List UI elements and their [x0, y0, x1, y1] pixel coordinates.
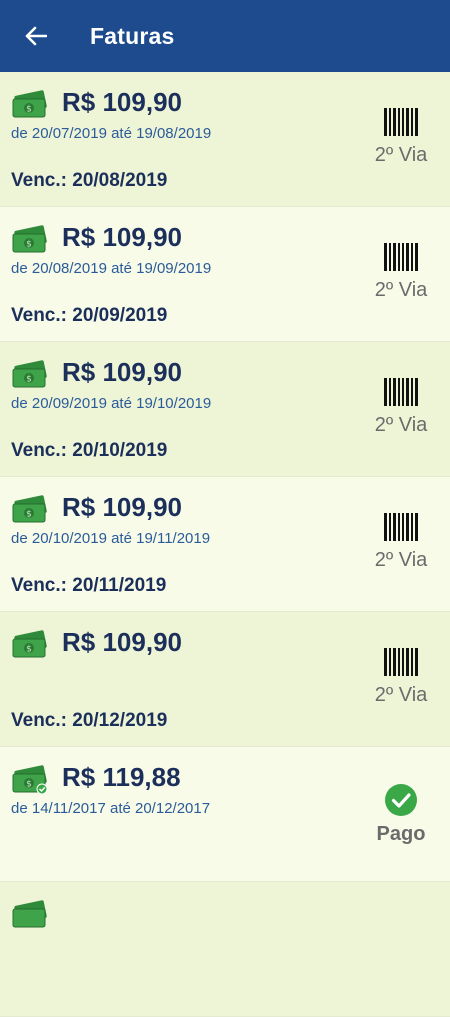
invoice-amount: R$ 109,90 — [62, 222, 182, 252]
invoice-item[interactable]: $ R$ 109,90 de 20/07/2019 até 19/08/2019… — [0, 72, 450, 207]
invoice-amount: R$ 109,90 — [62, 357, 182, 387]
money-icon: $ — [12, 225, 47, 253]
second-copy-button[interactable]: 2º Via — [360, 108, 442, 167]
invoice-period: de 20/09/2019 até 19/10/2019 — [11, 395, 212, 412]
invoice-period: de 14/11/2017 até 20/12/2017 — [11, 800, 211, 817]
money-icon: $ — [12, 630, 47, 658]
barcode-icon — [384, 513, 418, 541]
invoice-due-date: Venc.: 20/09/2019 — [11, 305, 168, 326]
money-icon: $ — [12, 360, 47, 388]
second-copy-label: 2º Via — [374, 684, 428, 706]
check-circle-icon — [385, 784, 417, 816]
invoice-due-date: Venc.: 20/10/2019 — [11, 440, 168, 461]
money-icon: $ — [12, 765, 48, 794]
second-copy-button[interactable]: 2º Via — [360, 648, 442, 707]
invoice-period: de 20/10/2019 até 19/11/2019 — [11, 530, 211, 547]
second-copy-button[interactable]: 2º Via — [360, 378, 442, 437]
invoice-item[interactable]: $ R$ 119,88 de 14/11/2017 até 20/12/2017… — [0, 747, 450, 882]
invoice-due-date: Venc.: 20/08/2019 — [11, 170, 168, 191]
svg-text:$: $ — [26, 780, 32, 790]
back-button[interactable] — [24, 24, 48, 48]
page-title: Faturas — [90, 22, 175, 49]
invoice-amount: R$ 109,90 — [62, 492, 182, 522]
barcode-icon — [384, 378, 418, 406]
invoice-period: de 20/08/2019 até 19/09/2019 — [11, 260, 212, 277]
invoice-amount: R$ 109,90 — [62, 627, 182, 657]
second-copy-label: 2º Via — [374, 144, 428, 166]
second-copy-label: 2º Via — [374, 279, 428, 301]
invoice-amount: R$ 119,88 — [62, 762, 181, 792]
invoice-item[interactable]: $ R$ 109,90 de 20/10/2019 até 19/11/2019… — [0, 477, 450, 612]
second-copy-label: 2º Via — [374, 414, 428, 436]
money-icon: $ — [12, 495, 47, 523]
svg-text:$: $ — [26, 105, 32, 115]
second-copy-label: 2º Via — [374, 549, 428, 571]
money-icon — [12, 900, 47, 928]
barcode-icon — [384, 648, 418, 676]
second-copy-button[interactable]: 2º Via — [360, 243, 442, 302]
invoice-item[interactable]: $ R$ 109,90 de 20/08/2019 até 19/09/2019… — [0, 207, 450, 342]
invoice-item[interactable] — [0, 882, 450, 1017]
invoice-amount: R$ 109,90 — [62, 87, 182, 117]
invoice-item[interactable]: $ R$ 109,90 Venc.: 20/12/2019 2º Via — [0, 612, 450, 747]
invoice-due-date: Venc.: 20/11/2019 — [11, 575, 167, 596]
svg-text:$: $ — [26, 510, 32, 520]
paid-status: Pago — [360, 783, 442, 846]
svg-text:$: $ — [26, 375, 32, 385]
second-copy-button[interactable]: 2º Via — [360, 513, 442, 572]
barcode-icon — [384, 243, 418, 271]
invoice-item[interactable]: $ R$ 109,90 de 20/09/2019 até 19/10/2019… — [0, 342, 450, 477]
invoice-list: $ R$ 109,90 de 20/07/2019 até 19/08/2019… — [0, 72, 450, 1017]
app-bar: Faturas — [0, 0, 450, 72]
svg-text:$: $ — [26, 240, 32, 250]
arrow-left-icon — [25, 26, 47, 46]
svg-text:$: $ — [26, 645, 32, 655]
barcode-icon — [384, 108, 418, 136]
paid-label: Pago — [376, 823, 426, 845]
invoice-due-date: Venc.: 20/12/2019 — [11, 710, 168, 731]
money-icon: $ — [12, 90, 47, 118]
invoice-period: de 20/07/2019 até 19/08/2019 — [11, 125, 212, 142]
